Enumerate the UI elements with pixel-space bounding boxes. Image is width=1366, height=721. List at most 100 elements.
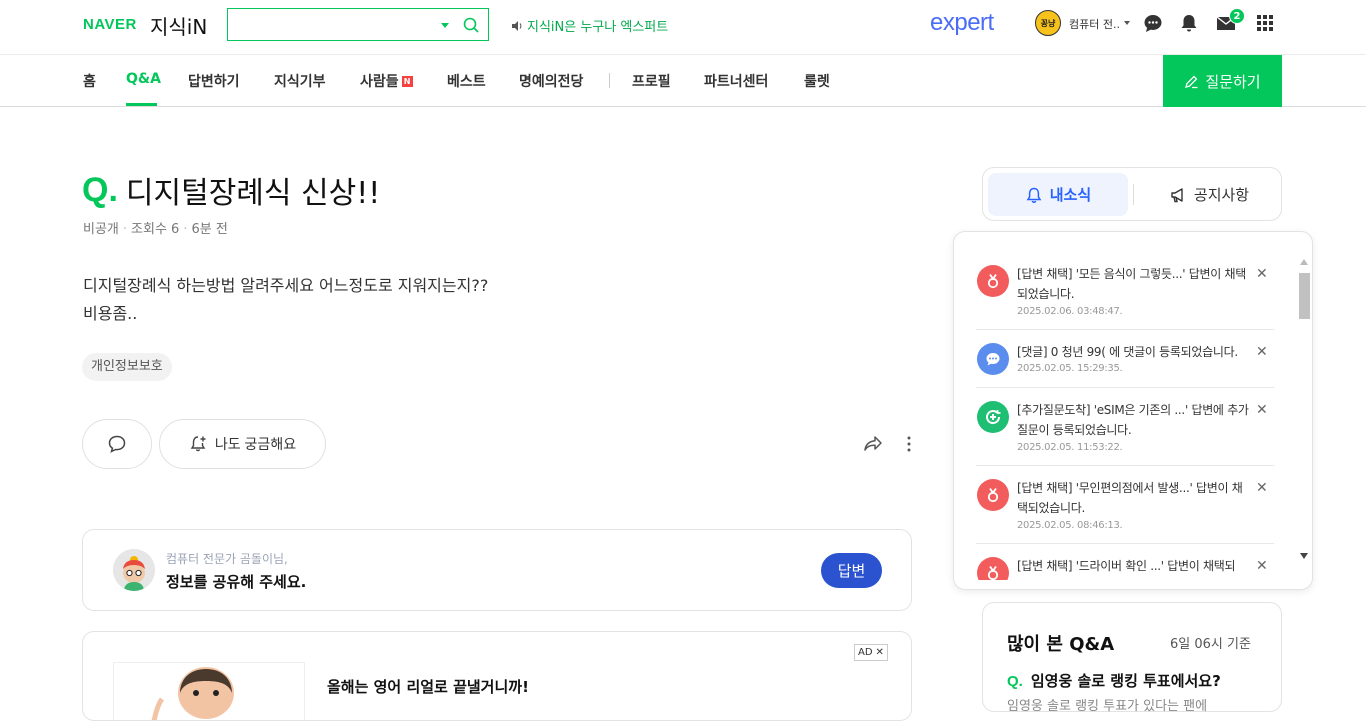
answer-prompt-card: 컴퓨터 전문가 곰돌이님, 정보를 공유해 주세요. 답변 — [82, 529, 912, 611]
answer-prompt-text: 정보를 공유해 주세요. — [166, 573, 307, 591]
answer-prompt-subtext: 컴퓨터 전문가 곰돌이님, — [166, 552, 288, 566]
more-options-icon[interactable] — [902, 434, 916, 454]
bell-outline-icon — [1026, 187, 1042, 203]
speaker-icon — [512, 20, 522, 31]
search-icon[interactable] — [461, 15, 481, 35]
nav-roulette[interactable]: 룰렛 — [804, 71, 830, 91]
user-avatar[interactable]: 꽁냥 — [1035, 10, 1061, 36]
nav-profile[interactable]: 프로필 — [632, 71, 671, 91]
ad-close-icon[interactable]: ✕ — [876, 645, 884, 660]
popular-question-mark: Q. — [1007, 673, 1023, 690]
share-icon[interactable] — [862, 434, 884, 454]
nav-donate[interactable]: 지식기부 — [274, 71, 326, 91]
popular-qna-item-preview: 임영웅 솔로 랭킹 투표가 있다는 팬에 — [1007, 699, 1208, 714]
scroll-up-arrow-icon[interactable] — [1300, 259, 1308, 265]
character-avatar-icon — [113, 549, 155, 591]
close-icon[interactable]: ✕ — [1256, 344, 1268, 360]
question-tag[interactable]: 개인정보보호 — [82, 353, 172, 381]
ask-question-button[interactable]: 질문하기 — [1163, 55, 1282, 107]
main-nav: 홈 Q&A 답변하기 지식기부 사람들 N 베스트 명예의전당 프로필 파트너센터… — [0, 55, 1366, 107]
nav-answer[interactable]: 답변하기 — [188, 71, 240, 91]
kin-logo[interactable]: 지식iN — [150, 11, 207, 40]
notification-message: [답변 채택] '모든 음식이 그렇듯...' 답변이 채택되었습니다. — [1017, 267, 1246, 301]
close-icon[interactable]: ✕ — [1256, 266, 1268, 282]
bell-icon[interactable] — [1178, 12, 1200, 34]
question-author: 비공개 — [83, 222, 119, 237]
notification-message: [답변 채택] '무인편의점에서 발생...' 답변이 채택되었습니다. — [1017, 481, 1243, 515]
pencil-icon — [1185, 75, 1198, 88]
user-menu-caret-icon[interactable] — [1124, 21, 1130, 25]
user-avatar-text: 꽁냥 — [1040, 18, 1056, 28]
nav-home[interactable]: 홈 — [83, 71, 96, 91]
scrollbar-thumb[interactable] — [1299, 273, 1310, 319]
adopt-icon — [977, 557, 1009, 580]
question-views: 조회수 6 — [131, 222, 180, 237]
search-input[interactable] — [236, 14, 431, 35]
search-box — [227, 8, 489, 41]
popular-qna-card: 많이 본 Q&A 6일 06시 기준 Q. 임영웅 솔로 랭킹 투표에서요? 임영… — [982, 602, 1282, 714]
ad-person-image — [151, 667, 234, 720]
ad-image[interactable] — [113, 662, 305, 720]
question-title-text: 디지털장례식 신상!! — [125, 176, 381, 211]
close-icon[interactable]: ✕ — [1256, 558, 1268, 574]
popular-qna-item[interactable]: Q. 임영웅 솔로 랭킹 투표에서요? — [1007, 670, 1221, 691]
notification-date: 2025.02.05. 15:29:35. — [1017, 363, 1123, 374]
answerer-avatar — [113, 549, 155, 591]
notification-item[interactable]: [댓글] 0 청년 99( 에 댓글이 등록되었습니다. 2025.02.05.… — [976, 330, 1274, 388]
question-body-line: 디지털장례식 하는방법 알려주세요 어느정도로 지워지는지?? — [83, 276, 489, 295]
close-icon[interactable]: ✕ — [1256, 480, 1268, 496]
comment-bubble-icon — [977, 343, 1009, 375]
close-icon[interactable]: ✕ — [1256, 402, 1268, 418]
nav-people-label: 사람들 — [360, 74, 399, 90]
promo-text: 지식iN은 누구나 엑스퍼트 — [527, 20, 669, 35]
tab-my-news-label: 내소식 — [1049, 186, 1092, 204]
tab-announcements[interactable]: 공지사항 — [1143, 173, 1275, 216]
notification-item[interactable]: [답변 채택] '모든 음식이 그렇듯...' 답변이 채택되었습니다. 202… — [976, 252, 1274, 330]
notification-date: 2025.02.06. 03:48:47. — [1017, 306, 1123, 317]
nav-partner-center[interactable]: 파트너센터 — [704, 71, 768, 91]
search-dropdown-caret-icon[interactable] — [441, 23, 449, 28]
notification-item[interactable]: [답변 채택] '드라이버 확인 ...' 답변이 채택되 ✕ — [976, 544, 1274, 580]
megaphone-icon — [1171, 187, 1183, 202]
nav-divider — [609, 73, 610, 88]
notification-panel: [답변 채택] '모든 음식이 그렇듯...' 답변이 채택되었습니다. 202… — [953, 231, 1313, 590]
question-mark: Q. — [82, 170, 118, 209]
scroll-down-arrow-icon[interactable] — [1300, 553, 1308, 559]
nav-people[interactable]: 사람들 N — [360, 71, 413, 91]
tab-my-news[interactable]: 내소식 — [988, 173, 1128, 216]
notification-date: 2025.02.05. 11:53:22. — [1017, 442, 1123, 453]
comment-icon — [108, 435, 126, 453]
me-too-curious-button[interactable]: 나도 궁금해요 — [159, 419, 326, 469]
chat-icon[interactable] — [1142, 12, 1164, 34]
mail-count-badge: 2 — [1229, 8, 1245, 24]
new-badge: N — [401, 76, 413, 87]
expert-logo[interactable]: expert — [930, 9, 994, 37]
user-name[interactable]: 컴퓨터 전.. — [1069, 16, 1120, 32]
adopt-icon — [977, 265, 1009, 297]
ad-card[interactable]: AD ✕ 올해는 영어 리얼로 끝낼거니까! — [82, 631, 912, 721]
notification-message: [답변 채택] '드라이버 확인 ...' 답변이 채택되 — [1017, 559, 1236, 573]
question-title: Q. 디지털장례식 신상!! — [82, 168, 380, 212]
tab-announcements-label: 공지사항 — [1193, 186, 1250, 204]
promo-link[interactable]: 지식iN은 누구나 엑스퍼트 — [511, 16, 668, 35]
question-time: 6분 전 — [191, 222, 228, 237]
sidebar-tabs: 내소식 공지사항 — [982, 167, 1282, 221]
nav-best[interactable]: 베스트 — [447, 71, 486, 91]
nav-active-indicator — [126, 103, 157, 106]
question-body: 디지털장례식 하는방법 알려주세요 어느정도로 지워지는지?? 비용좀.. — [83, 272, 488, 328]
popular-qna-time: 6일 06시 기준 — [1170, 637, 1251, 652]
ask-question-label: 질문하기 — [1205, 73, 1261, 91]
answer-button[interactable]: 답변 — [821, 553, 882, 588]
question-body-line: 비용좀.. — [83, 304, 138, 323]
notification-scrollbar[interactable] — [1297, 255, 1312, 565]
comment-button[interactable] — [82, 419, 152, 469]
naver-logo[interactable]: NAVER — [83, 16, 137, 33]
nav-qna[interactable]: Q&A — [126, 71, 161, 87]
bell-plus-icon — [190, 436, 206, 452]
adopt-icon — [977, 479, 1009, 511]
apps-grid-icon[interactable] — [1254, 12, 1276, 34]
nav-hall-of-fame[interactable]: 명예의전당 — [519, 71, 583, 91]
notification-item[interactable]: [답변 채택] '무인편의점에서 발생...' 답변이 채택되었습니다. 202… — [976, 466, 1274, 544]
notification-list: [답변 채택] '모든 음식이 그렇듯...' 답변이 채택되었습니다. 202… — [976, 252, 1274, 580]
notification-item[interactable]: [추가질문도착] 'eSIM은 기존의 ...' 답변에 추가질문이 등록되었습… — [976, 388, 1274, 466]
